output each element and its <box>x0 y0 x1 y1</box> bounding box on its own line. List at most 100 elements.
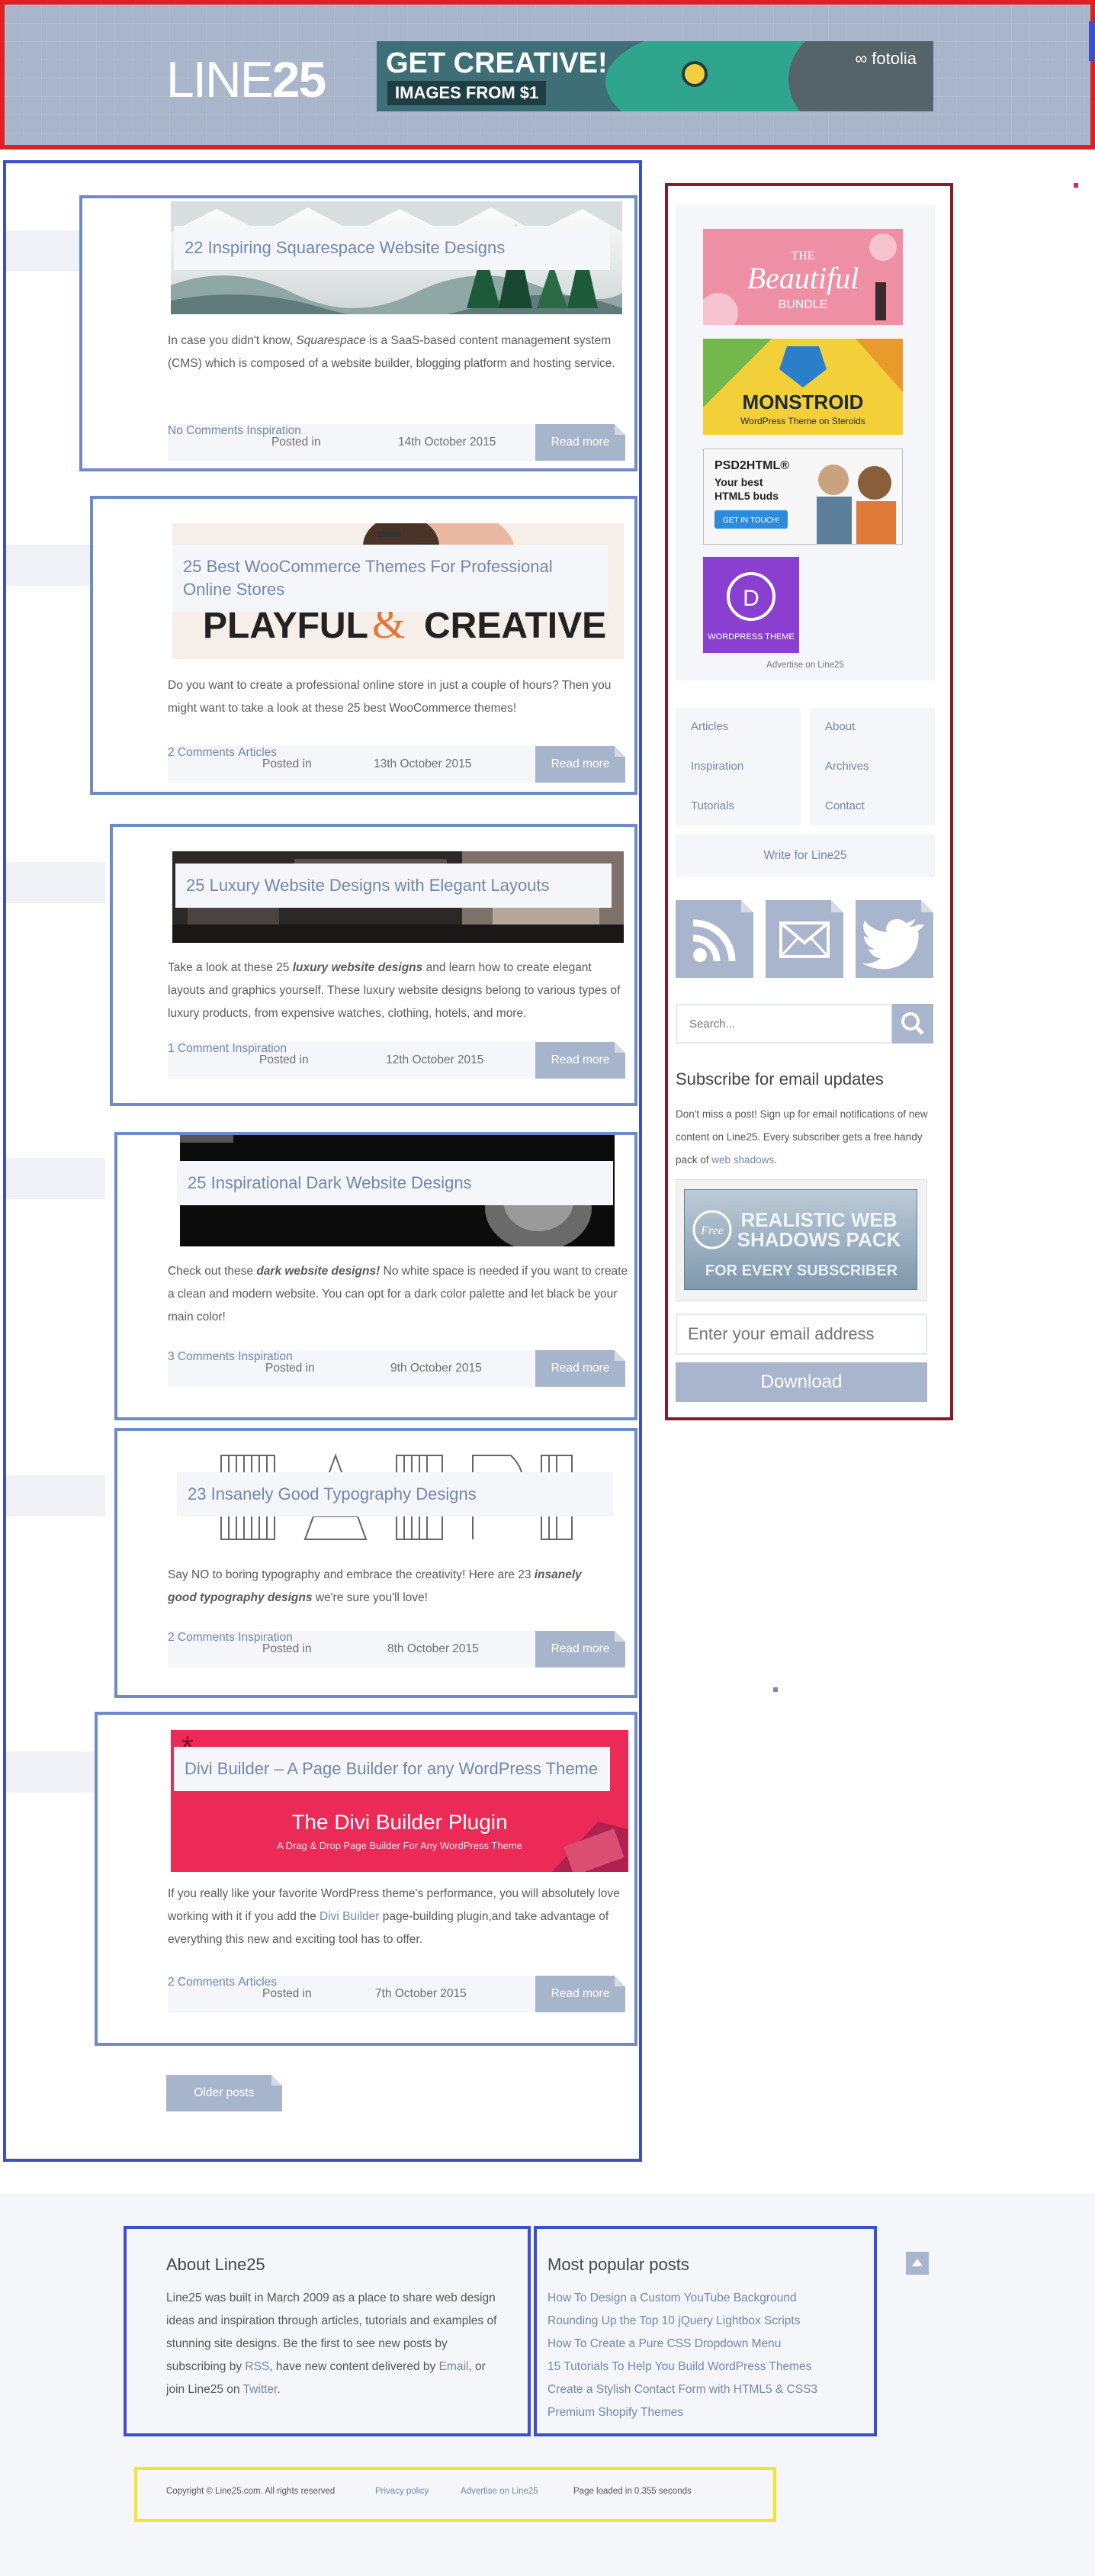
read-more-button[interactable]: Read more <box>535 1976 625 2012</box>
post-date: 8th October 2015 <box>387 1642 479 1655</box>
web-shadows-link[interactable]: web shadows <box>711 1154 774 1166</box>
post-title-box: Divi Builder – A Page Builder for any Wo… <box>174 1747 610 1791</box>
post-excerpt: Check out these dark website designs! No… <box>168 1260 630 1329</box>
post-title-link[interactable]: 23 Insanely Good Typography Designs <box>188 1484 477 1503</box>
read-more-button[interactable]: Read more <box>535 1631 625 1667</box>
back-to-top-button[interactable] <box>906 2252 929 2275</box>
comments-link[interactable]: 1 Comment <box>168 1042 229 1055</box>
email-input[interactable] <box>676 1314 927 1355</box>
divi-builder-link[interactable]: Divi Builder <box>320 1910 379 1923</box>
subscribe-end: . <box>774 1154 777 1166</box>
marker-dot <box>1074 183 1078 188</box>
banner-subline: IMAGES FROM $1 <box>387 81 547 105</box>
read-more-button[interactable]: Read more <box>535 1042 625 1079</box>
about-body: , have new content delivered by <box>269 2360 439 2373</box>
popular-link[interactable]: 15 Tutorials To Help You Build WordPress… <box>548 2356 817 2378</box>
logo-light-text: LINE <box>166 51 274 108</box>
email-button[interactable] <box>766 900 843 978</box>
popular-title: Most popular posts <box>548 2255 689 2274</box>
rss-link[interactable]: RSS <box>245 2360 269 2373</box>
menu-item-about[interactable]: About <box>825 720 855 733</box>
post-title-link[interactable]: 25 Best WooCommerce Themes For Professio… <box>183 557 553 599</box>
comments-link[interactable]: 2 Comments <box>168 746 235 759</box>
read-more-button[interactable]: Read more <box>535 1350 625 1387</box>
comments-link[interactable]: 2 Comments <box>168 1976 235 1989</box>
post-date: 13th October 2015 <box>374 757 472 770</box>
svg-text:HTML5 buds: HTML5 buds <box>714 490 779 502</box>
ad-divi[interactable]: D WORDPRESS THEME <box>703 557 799 653</box>
rss-button[interactable] <box>676 900 753 978</box>
popular-link[interactable]: How To Create a Pure CSS Dropdown Menu <box>548 2333 817 2356</box>
popular-link[interactable]: How To Design a Custom YouTube Backgroun… <box>548 2287 817 2310</box>
ad-monstroid[interactable]: MONSTROID WordPress Theme on Steroids <box>703 339 903 435</box>
site-logo[interactable]: LINE25 <box>166 50 326 108</box>
about-title: About Line25 <box>166 2255 265 2274</box>
post-title-link[interactable]: 25 Inspirational Dark Website Designs <box>188 1173 472 1192</box>
fotolia-logo-icon: ∞ <box>855 49 872 68</box>
banner-headline: GET CREATIVE! <box>386 47 608 79</box>
menu-item-articles[interactable]: Articles <box>691 720 728 733</box>
search-input[interactable] <box>676 1004 892 1044</box>
read-more-button[interactable]: Read more <box>535 424 625 461</box>
twitter-button[interactable] <box>856 900 933 978</box>
post-title-link[interactable]: Divi Builder – A Page Builder for any Wo… <box>185 1759 598 1778</box>
menu-item-tutorials[interactable]: Tutorials <box>691 799 734 812</box>
web-shadows-promo: Free REALISTIC WEB SHADOWS PACK FOR EVER… <box>676 1179 927 1301</box>
web-shadows-promo-art: Free REALISTIC WEB SHADOWS PACK FOR EVER… <box>684 1189 917 1290</box>
popular-link[interactable]: Rounding Up the Top 10 jQuery Lightbox S… <box>548 2310 817 2333</box>
post-excerpt: In case you didn't know, Squarespace is … <box>168 330 625 375</box>
sidebar-menu-left: Articles Inspiration Tutorials <box>676 708 801 825</box>
download-button[interactable]: Download <box>676 1362 927 1402</box>
read-more-button[interactable]: Read more <box>535 746 625 783</box>
rss-icon <box>692 919 736 962</box>
posted-in-label: Posted in <box>271 436 321 449</box>
older-posts-button[interactable]: Older posts <box>166 2075 282 2111</box>
side-band <box>6 862 105 903</box>
menu-item-inspiration[interactable]: Inspiration <box>691 760 743 773</box>
excerpt-text: Say NO to boring typography and embrace … <box>168 1568 535 1581</box>
footer-bottom-bar: Copyright © Line25.com. All rights reser… <box>134 2467 776 2522</box>
twitter-link[interactable]: Twitter <box>243 2383 278 2396</box>
popular-link[interactable]: Premium Shopify Themes <box>548 2401 817 2424</box>
popular-link[interactable]: Create a Stylish Contact Form with HTML5… <box>548 2378 817 2401</box>
excerpt-text: In case you didn't know, <box>168 334 297 347</box>
ad-beautiful-bundle[interactable]: THE Beautiful BUNDLE <box>703 229 903 325</box>
search-button[interactable] <box>892 1004 933 1044</box>
search-icon <box>901 1012 924 1035</box>
email-link[interactable]: Email <box>439 2360 469 2373</box>
posted-in-label: Posted in <box>265 1362 315 1375</box>
comments-link[interactable]: 2 Comments <box>168 1631 235 1644</box>
post-title-link[interactable]: 22 Inspiring Squarespace Website Designs <box>185 238 505 257</box>
excerpt-text: we're sure you'll love! <box>312 1591 428 1604</box>
svg-text:FOR EVERY SUBSCRIBER: FOR EVERY SUBSCRIBER <box>705 1262 898 1279</box>
thumb-subheading: A Drag & Drop Page Builder For Any WordP… <box>277 1840 522 1851</box>
banner-creature-eye <box>682 61 708 87</box>
side-band <box>6 1475 105 1516</box>
post-card: * The Divi Builder Plugin A Drag & Drop … <box>95 1712 637 2046</box>
excerpt-text: Check out these <box>168 1265 257 1278</box>
post-date: 12th October 2015 <box>386 1053 484 1066</box>
logo-bold-text: 25 <box>271 51 326 108</box>
menu-item-contact[interactable]: Contact <box>825 799 865 812</box>
advertise-link[interactable]: Advertise on Line25 <box>676 661 935 670</box>
fotolia-ad-banner[interactable]: GET CREATIVE! IMAGES FROM $1 ∞ fotolia <box>377 41 933 111</box>
side-band <box>6 1158 105 1199</box>
svg-text:GET IN TOUCH!: GET IN TOUCH! <box>723 516 779 525</box>
page-load-time: Page loaded in 0.355 seconds <box>573 2487 692 2496</box>
comments-link[interactable]: No Comments <box>168 424 243 437</box>
advertise-footer-link[interactable]: Advertise on Line25 <box>461 2487 538 2496</box>
post-card: 25 Luxury Website Designs with Elegant L… <box>110 824 637 1106</box>
edge-strip <box>1089 21 1095 61</box>
thumb-heading: The Divi Builder Plugin <box>291 1810 507 1834</box>
post-card: 25 Inspirational Dark Website Designs Ch… <box>114 1132 637 1420</box>
comments-link[interactable]: 3 Comments <box>168 1350 235 1363</box>
write-for-link[interactable]: Write for Line25 <box>676 835 935 877</box>
post-title-link[interactable]: 25 Luxury Website Designs with Elegant L… <box>186 876 550 895</box>
main-content: 22 Inspiring Squarespace Website Designs… <box>3 160 642 2162</box>
ad-psd2html[interactable]: PSD2HTML® Your best HTML5 buds GET IN TO… <box>703 449 903 545</box>
popular-list: How To Design a Custom YouTube Backgroun… <box>548 2287 817 2424</box>
side-band <box>6 1751 105 1793</box>
menu-item-archives[interactable]: Archives <box>825 760 869 773</box>
privacy-link[interactable]: Privacy policy <box>375 2487 429 2496</box>
excerpt-text: Take a look at these 25 <box>168 961 293 974</box>
